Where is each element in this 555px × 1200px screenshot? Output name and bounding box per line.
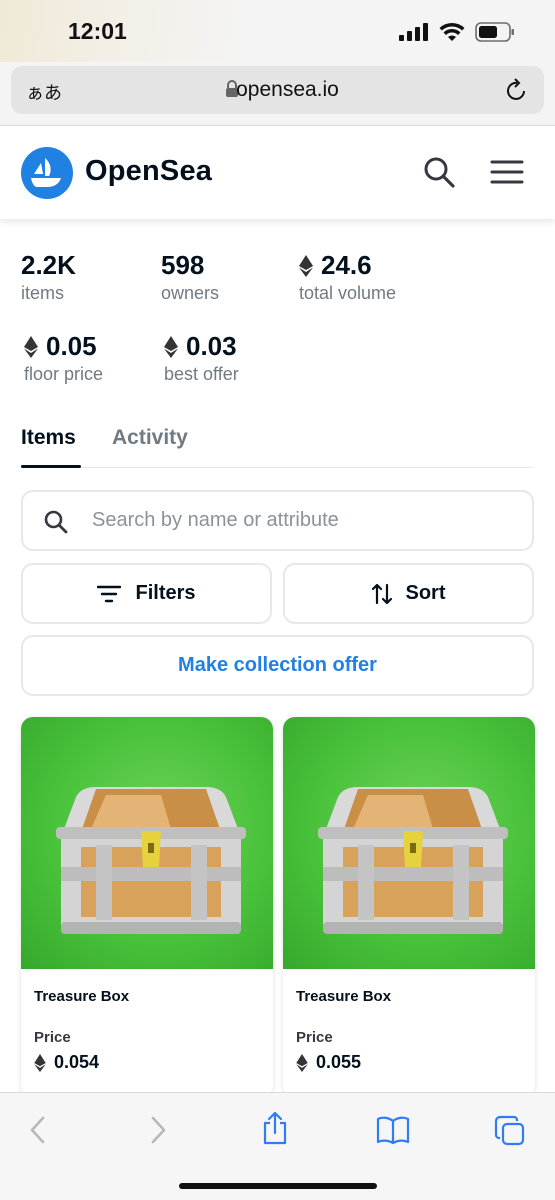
treasure-chest-icon [56, 787, 246, 934]
stat-value: 24.6 [321, 250, 372, 280]
stat-best-offer: 0.03 best offer [164, 331, 239, 385]
treasure-chest-image [21, 717, 273, 969]
filters-label: Filters [135, 582, 196, 604]
card-price: 0.055 [296, 1052, 361, 1073]
eth-icon [296, 1053, 308, 1072]
forward-icon[interactable] [148, 1115, 168, 1145]
opensea-logo-icon[interactable] [21, 147, 73, 199]
url-text: opensea.io [236, 78, 339, 101]
wifi-icon [439, 22, 465, 41]
eth-icon [164, 335, 178, 358]
offer-label: Make collection offer [178, 654, 377, 676]
stat-label: owners [161, 283, 220, 303]
card-title: Treasure Box [34, 988, 130, 1005]
stat-floor-price: 0.05 floor price [24, 331, 103, 385]
eth-icon [34, 1053, 46, 1072]
site-header: OpenSea [0, 127, 555, 219]
make-collection-offer-button[interactable]: Make collection offer [21, 635, 534, 696]
stat-value: 0.05 [46, 331, 97, 361]
brand-name[interactable]: OpenSea [85, 155, 212, 188]
stat-owners: 598 owners [161, 250, 219, 304]
sort-arrows-icon [371, 583, 392, 604]
bookmarks-icon[interactable] [376, 1115, 410, 1145]
treasure-chest-image [283, 717, 535, 969]
back-icon[interactable] [28, 1115, 48, 1145]
status-time: 12:01 [68, 18, 127, 44]
url-domain[interactable]: opensea.io [11, 78, 544, 102]
stat-label: total volume [299, 283, 397, 303]
home-indicator [179, 1183, 377, 1189]
eth-icon [299, 254, 313, 277]
tab-activity[interactable]: Activity [112, 426, 188, 450]
stat-value: 2.2K [21, 250, 76, 280]
search-placeholder: Search by name or attribute [92, 509, 339, 531]
address-bar[interactable]: ぁあ opensea.io [11, 66, 544, 114]
nft-card[interactable]: Treasure Box Price 0.055 [283, 717, 535, 1097]
active-tab-indicator [21, 465, 81, 468]
card-price: 0.054 [34, 1052, 99, 1073]
filters-button[interactable]: Filters [21, 563, 272, 624]
stat-total-volume: 24.6 total volume [299, 250, 396, 304]
sort-label: Sort [405, 582, 446, 604]
price-label: Price [34, 1029, 71, 1046]
stat-label: items [21, 283, 65, 303]
tab-items[interactable]: Items [21, 426, 76, 450]
battery-icon [475, 22, 514, 42]
stat-label: floor price [24, 364, 104, 384]
hamburger-menu-icon[interactable] [490, 159, 524, 185]
price-value: 0.055 [316, 1052, 362, 1072]
browser-bar: ぁあ opensea.io [0, 62, 555, 126]
eth-icon [24, 335, 38, 358]
treasure-chest-icon [318, 787, 508, 934]
search-icon[interactable] [422, 155, 456, 189]
stat-items: 2.2K items [21, 250, 76, 304]
search-input[interactable]: Search by name or attribute [21, 490, 534, 551]
price-value: 0.054 [54, 1052, 100, 1072]
search-icon [44, 510, 68, 534]
stat-label: best offer [164, 364, 239, 384]
reload-icon[interactable] [506, 78, 528, 102]
status-bar: 12:01 [0, 0, 555, 62]
share-icon[interactable] [260, 1111, 290, 1145]
filter-icon [97, 585, 122, 602]
card-title: Treasure Box [296, 988, 392, 1005]
stat-value: 598 [161, 250, 205, 280]
sort-button[interactable]: Sort [283, 563, 534, 624]
cellular-signal-icon [399, 23, 428, 41]
tab-bar: Items Activity [21, 420, 533, 468]
stat-value: 0.03 [186, 331, 237, 361]
nft-card[interactable]: Treasure Box Price 0.054 [21, 717, 273, 1097]
tabs-icon[interactable] [494, 1115, 526, 1147]
price-label: Price [296, 1029, 333, 1046]
